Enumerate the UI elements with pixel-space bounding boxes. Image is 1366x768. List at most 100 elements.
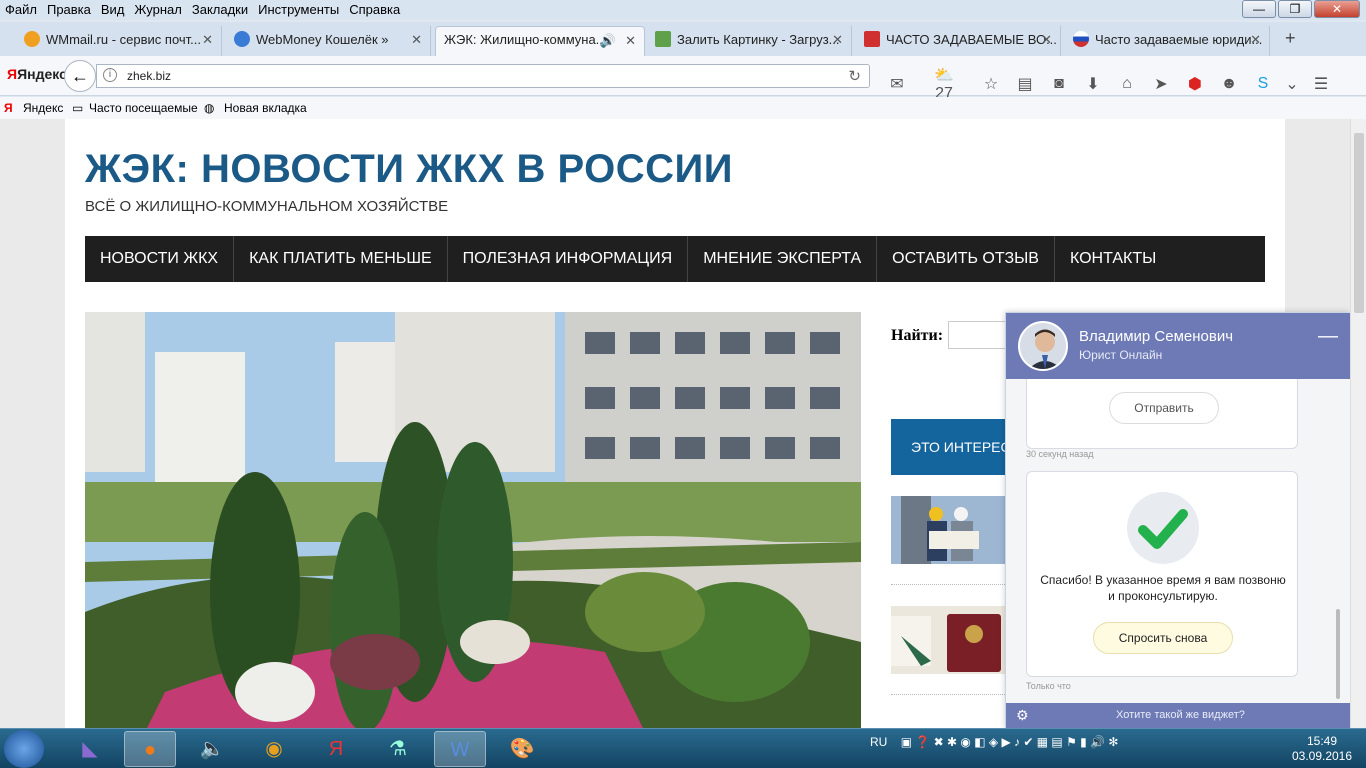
language-indicator[interactable]: RU: [870, 735, 887, 749]
chat-scrollbar[interactable]: [1336, 609, 1340, 699]
wmmail-icon: [24, 31, 40, 47]
close-tab-icon[interactable]: ✕: [411, 32, 422, 48]
close-tab-icon[interactable]: ✕: [202, 32, 213, 48]
system-clock[interactable]: 15:49 03.09.2016: [1290, 734, 1354, 764]
pocket-icon[interactable]: ◙: [1042, 75, 1076, 93]
clock-date: 03.09.2016: [1291, 749, 1353, 763]
maximize-button[interactable]: ❐: [1278, 0, 1312, 18]
send-button[interactable]: Отправить: [1109, 392, 1219, 424]
taskbar-app-paint[interactable]: 🎨: [496, 731, 548, 767]
reload-icon[interactable]: ↻: [848, 67, 861, 85]
menu-view[interactable]: Вид: [96, 0, 130, 19]
chat-icon[interactable]: ☻: [1212, 75, 1246, 93]
chat-agent-name: Владимир Семенович: [1079, 328, 1234, 345]
menu-history[interactable]: Журнал: [129, 0, 186, 19]
speaker-icon[interactable]: 🔊: [600, 33, 616, 49]
close-tab-icon[interactable]: ✕: [625, 33, 636, 49]
reading-list-icon[interactable]: ▤: [1008, 74, 1042, 94]
yandex-logo[interactable]: ЯЯндекс: [7, 66, 67, 82]
article-thumbnail-passport[interactable]: [891, 606, 1005, 674]
back-button[interactable]: ←: [64, 60, 96, 92]
taskbar-app-visualstudio[interactable]: ◣: [64, 731, 116, 767]
page-scrollbar[interactable]: [1350, 119, 1366, 728]
home-icon[interactable]: ⌂: [1110, 75, 1144, 93]
chat-agent-role: Юрист Онлайн: [1079, 348, 1163, 362]
mail-icon[interactable]: ✉: [880, 74, 914, 94]
article-thumbnail-construction[interactable]: [891, 496, 1005, 564]
taskbar-app-flask[interactable]: ⚗: [372, 731, 424, 767]
url-bar[interactable]: i zhek.biz ↻: [96, 64, 870, 88]
menu-file[interactable]: Файл: [0, 0, 42, 19]
site-title[interactable]: ЖЭК: НОВОСТИ ЖКХ В РОССИИ: [85, 147, 733, 192]
minimize-chat-icon[interactable]: —: [1318, 325, 1338, 348]
minimize-button[interactable]: —: [1242, 0, 1276, 18]
chat-header: Владимир Семенович Юрист Онлайн —: [1006, 313, 1350, 379]
tab-strip: WMmail.ru - сервис почт... ✕ WebMoney Кош…: [0, 22, 1366, 56]
star-icon[interactable]: ☆: [974, 74, 1008, 94]
menu-bookmarks[interactable]: Закладки: [187, 0, 253, 19]
taskbar-app-word[interactable]: W: [434, 731, 486, 767]
tab-label: ЖЭК: Жилищно-коммуна...: [444, 32, 607, 47]
tab-faq[interactable]: ЧАСТО ЗАДАВАЕМЫЕ ВО... ✕: [856, 26, 1061, 56]
courtyard-garden-photo: [85, 312, 861, 728]
ask-again-button[interactable]: Спросить снова: [1093, 622, 1233, 654]
tab-wmmail[interactable]: WMmail.ru - сервис почт... ✕: [16, 26, 222, 56]
nav-expert-opinion[interactable]: МНЕНИЕ ЭКСПЕРТА: [688, 236, 878, 282]
download-icon[interactable]: ⬇: [1076, 74, 1110, 94]
tab-legal-faq[interactable]: Часто задаваемые юриди... ✕: [1065, 26, 1270, 56]
nav-useful-info[interactable]: ПОЛЕЗНАЯ ИНФОРМАЦИЯ: [448, 236, 689, 282]
clock-time: 15:49: [1306, 734, 1338, 748]
bookmark-yandex[interactable]: Яндекс: [23, 101, 63, 115]
main-navigation: НОВОСТИ ЖКХ КАК ПЛАТИТЬ МЕНЬШЕ ПОЛЕЗНАЯ …: [85, 236, 1265, 282]
menu-tools[interactable]: Инструменты: [253, 0, 344, 19]
bookmark-most-visited[interactable]: Часто посещаемые: [89, 101, 198, 115]
scrollbar-thumb[interactable]: [1354, 133, 1364, 313]
hamburger-menu-icon[interactable]: ☰: [1304, 74, 1338, 94]
image-icon: [655, 31, 671, 47]
windows-taskbar: ◣ ● 🔈 ◉ Я ⚗ W 🎨 RU ▣ ❓ ✖ ✱ ◉ ◧ ◈ ▶ ♪ ✔ ▦…: [0, 728, 1366, 768]
start-button[interactable]: [4, 730, 44, 768]
globe-icon: ◍: [204, 101, 215, 115]
message-timestamp: 30 секунд назад: [1026, 449, 1094, 459]
site-subtitle: ВСЁ О ЖИЛИЩНО-КОММУНАЛЬНОМ ХОЗЯЙСТВЕ: [85, 198, 449, 215]
interesting-block-header[interactable]: ЭТО ИНТЕРЕСНО: [891, 419, 1011, 475]
nav-pay-less[interactable]: КАК ПЛАТИТЬ МЕНЬШЕ: [234, 236, 448, 282]
gear-icon[interactable]: ⚙: [1016, 707, 1029, 724]
chevron-down-icon[interactable]: ⌄: [1280, 74, 1304, 94]
bookmark-new-tab[interactable]: Новая вкладка: [224, 101, 307, 115]
close-tab-icon[interactable]: ✕: [1250, 32, 1261, 48]
divider: [891, 584, 1005, 585]
tab-upload-image[interactable]: Залить Картинку - Загруз... ✕: [647, 26, 852, 56]
chat-messages: Отправить 30 секунд назад Спасибо! В ука…: [1006, 379, 1350, 703]
nav-leave-feedback[interactable]: ОСТАВИТЬ ОТЗЫВ: [877, 236, 1055, 282]
menu-help[interactable]: Справка: [344, 0, 405, 19]
close-window-button[interactable]: ✕: [1314, 0, 1360, 18]
close-tab-icon[interactable]: ✕: [1041, 32, 1052, 48]
flag-icon: [1073, 31, 1089, 47]
send-icon[interactable]: ➤: [1144, 74, 1178, 94]
adblock-icon[interactable]: ⬢: [1178, 74, 1212, 94]
tab-zhek[interactable]: ЖЭК: Жилищно-коммуна... 🔊 ✕: [435, 26, 645, 56]
hero-image[interactable]: [85, 312, 861, 728]
green-checkmark: [1138, 509, 1188, 549]
nav-news[interactable]: НОВОСТИ ЖКХ: [85, 236, 235, 282]
tab-webmoney[interactable]: WebMoney Кошелёк » ✕: [226, 26, 431, 56]
new-tab-button[interactable]: +: [1285, 28, 1296, 49]
taskbar-app-firefox[interactable]: ●: [124, 731, 176, 767]
chrome-icon: ◉: [265, 738, 283, 760]
construction-workers-photo: [891, 496, 1005, 564]
tray-icons[interactable]: ▣ ❓ ✖ ✱ ◉ ◧ ◈ ▶ ♪ ✔ ▦ ▤ ⚑ ▮ 🔊 ✻: [901, 735, 1119, 749]
skype-icon[interactable]: S: [1246, 75, 1280, 93]
info-icon[interactable]: i: [103, 68, 117, 82]
nav-contacts[interactable]: КОНТАКТЫ: [1055, 236, 1171, 282]
close-tab-icon[interactable]: ✕: [832, 32, 843, 48]
search-input[interactable]: [948, 321, 1008, 349]
tab-label: ЧАСТО ЗАДАВАЕМЫЕ ВО...: [886, 32, 1057, 47]
taskbar-app-audio[interactable]: 🔈: [186, 731, 238, 767]
taskbar-app-chrome[interactable]: ◉: [248, 731, 300, 767]
menu-edit[interactable]: Правка: [42, 0, 96, 19]
url-text[interactable]: zhek.biz: [127, 69, 171, 83]
visualstudio-icon: ◣: [82, 738, 98, 760]
taskbar-app-yandex[interactable]: Я: [310, 731, 362, 767]
widget-promo-link[interactable]: Хотите такой же виджет?: [1116, 709, 1245, 721]
